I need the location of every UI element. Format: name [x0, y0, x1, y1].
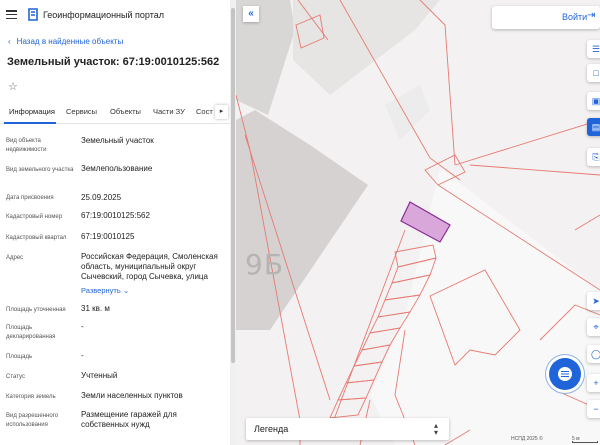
tab-objects[interactable]: Объекты	[110, 107, 141, 116]
print-icon[interactable]: ⎘	[587, 148, 600, 166]
property-value: Земли населенных пунктов	[81, 391, 183, 400]
property-value: 67:19:0010125	[81, 232, 135, 241]
scale-bar	[572, 441, 598, 443]
property-value: 25.09.2025	[81, 193, 122, 202]
property-value: Землепользование	[81, 164, 153, 173]
building-shape	[236, 110, 368, 330]
property-label: Площадь	[6, 354, 33, 360]
login-button[interactable]: Войти ⇥	[492, 6, 600, 29]
login-icon: ⇥	[587, 10, 596, 21]
menu-icon[interactable]	[6, 10, 17, 20]
star-icon[interactable]: ☆	[8, 80, 18, 93]
chevron-left-icon: ‹	[8, 37, 11, 46]
property-label: Категория земель	[6, 394, 56, 400]
property-label: Кадастровый номер	[6, 214, 63, 220]
property-label: Адрес	[6, 255, 24, 261]
status-value: Учтенный	[81, 371, 118, 380]
legend-dropdown[interactable]: Легенда ▴ ▾	[246, 418, 449, 440]
building-shape	[385, 85, 430, 140]
chat-icon[interactable]	[549, 358, 581, 390]
building-shape	[293, 0, 440, 95]
ruler-icon[interactable]: □	[587, 64, 600, 82]
tab-services[interactable]: Сервисы	[66, 107, 97, 116]
chevron-down-icon: ⌄	[123, 286, 130, 295]
property-value: 31 кв. м	[81, 304, 110, 313]
property-label: Вид объекта недвижимости	[6, 138, 47, 153]
tabs-scroll-right-icon[interactable]: ▸	[215, 105, 228, 119]
tab-parts[interactable]: Части ЗУ	[153, 107, 185, 116]
address-value: Российская Федерация, Смоленская область…	[81, 252, 218, 281]
logo-icon	[28, 8, 38, 21]
scroll-thumb[interactable]	[231, 8, 235, 363]
zoom-in-icon[interactable]: +	[587, 374, 600, 392]
layers-icon[interactable]: ☰	[587, 40, 600, 58]
tab-state[interactable]: Сост	[196, 107, 213, 116]
map-attribution: НСПД 2025 ©	[511, 436, 543, 442]
login-label: Войти	[562, 12, 588, 22]
collapse-panel-button[interactable]: «	[243, 6, 259, 22]
back-link[interactable]: ‹ Назад в найденные объекты	[8, 37, 123, 46]
zoom-out-icon[interactable]: −	[587, 400, 600, 418]
locate-icon[interactable]: ⌖	[587, 318, 600, 336]
info-panel: Геоинформационный портал ‹ Назад в найден…	[0, 0, 232, 445]
property-value: -	[81, 351, 84, 360]
property-label: Дата присвоения	[6, 195, 54, 201]
top-bar: Геоинформационный портал	[0, 0, 232, 30]
back-link-label: Назад в найденные объекты	[16, 37, 124, 46]
property-value: Размещение гаражей для собственных нужд	[81, 410, 177, 429]
tab-information[interactable]: Информация	[9, 107, 55, 116]
map-search-icon[interactable]: ▤	[587, 118, 600, 136]
building-number-label: 9Б	[245, 248, 285, 281]
expand-link[interactable]: Развернуть ⌄	[81, 286, 223, 296]
property-label: Площадь декларированная	[6, 325, 56, 340]
expand-link-label: Развернуть	[81, 286, 121, 295]
property-value: -	[81, 322, 84, 331]
street-view-icon[interactable]: ◯	[587, 345, 600, 363]
property-label: Площадь уточненная	[6, 307, 66, 313]
territory-shape	[370, 168, 600, 445]
property-label: Вид земельного участка	[6, 167, 74, 173]
map-view[interactable]: 9Б	[236, 0, 600, 445]
legend-label: Легенда	[254, 424, 289, 434]
tab-bar: Информация Сервисы Объекты Части ЗУ Сост	[0, 100, 232, 124]
image-icon[interactable]: ▣	[587, 92, 600, 110]
portal-title: Геоинформационный портал	[43, 10, 164, 20]
navigation-icon[interactable]: ➤	[587, 292, 600, 310]
map-canvas	[236, 0, 600, 445]
property-label: Кадастровый квартал	[6, 235, 67, 241]
property-value: 67:19:0010125:562	[81, 211, 150, 220]
active-tab-indicator	[4, 122, 56, 124]
property-value: Земельный участок	[81, 136, 154, 145]
property-label: Статус	[6, 374, 25, 380]
sort-arrows-icon: ▴ ▾	[434, 421, 439, 437]
property-label: Вид разрешенного использования	[6, 413, 59, 428]
page-title: Земельный участок: 67:19:0010125:562	[7, 56, 220, 68]
